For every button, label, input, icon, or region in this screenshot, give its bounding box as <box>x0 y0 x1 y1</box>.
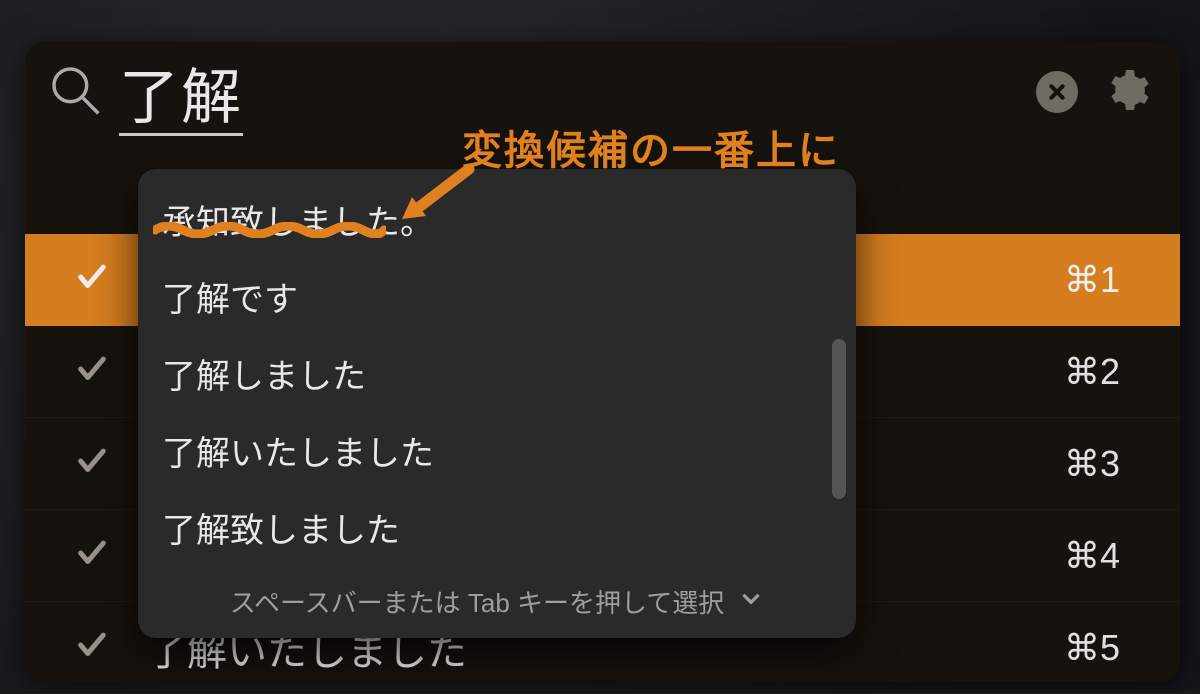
search-input-text: 了解 <box>119 64 243 136</box>
snippet-shortcut: ⌘1 <box>1064 259 1120 301</box>
ime-candidate-popup: 承知致しました。 了解です 了解しました 了解いたしました 了解致しました スペ… <box>138 169 856 638</box>
search-icon <box>47 62 103 123</box>
clear-button[interactable] <box>1036 71 1078 113</box>
check-icon <box>75 260 115 299</box>
ime-candidate[interactable]: 承知致しました。 <box>138 181 856 258</box>
snippet-shortcut: ⌘2 <box>1064 351 1120 393</box>
ime-scrollbar[interactable] <box>832 339 846 499</box>
ime-candidate[interactable]: 了解いたしました <box>138 412 856 489</box>
check-icon <box>75 352 115 391</box>
search-input[interactable]: 了解 <box>103 49 1036 136</box>
gear-icon <box>1102 66 1150 114</box>
ime-hint-text: スペースバーまたは Tab キーを押して選択 <box>230 583 724 620</box>
text-expander-panel: 了解 了解です ⌘1 ⌘2 ⌘3 了解英語 ⌘4 了解いたし <box>25 42 1180 682</box>
ime-candidate[interactable]: 了解しました <box>138 335 856 412</box>
check-icon <box>75 536 115 575</box>
ime-hint-bar: スペースバーまたは Tab キーを押して選択 <box>138 566 856 638</box>
close-icon <box>1036 71 1078 113</box>
ime-candidate[interactable]: 了解です <box>138 258 856 335</box>
search-bar: 了解 <box>25 42 1180 142</box>
snippet-shortcut: ⌘5 <box>1064 627 1120 669</box>
snippet-shortcut: ⌘3 <box>1064 443 1120 485</box>
snippet-shortcut: ⌘4 <box>1064 535 1120 577</box>
settings-button[interactable] <box>1102 66 1150 119</box>
chevron-down-icon[interactable] <box>738 585 764 618</box>
check-icon <box>75 628 115 667</box>
check-icon <box>75 444 115 483</box>
ime-candidate[interactable]: 了解致しました <box>138 489 856 566</box>
